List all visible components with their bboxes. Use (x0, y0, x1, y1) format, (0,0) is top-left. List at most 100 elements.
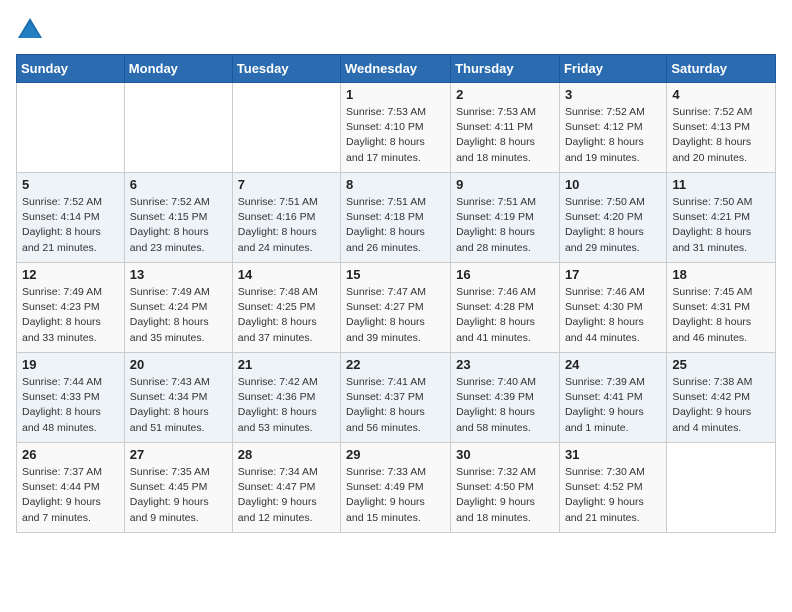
calendar-cell: 29 Sunrise: 7:33 AM Sunset: 4:49 PM Dayli… (341, 443, 451, 533)
day-number: 26 (22, 447, 119, 462)
day-number: 7 (238, 177, 335, 192)
calendar-cell: 18 Sunrise: 7:45 AM Sunset: 4:31 PM Dayli… (667, 263, 776, 353)
day-info: Sunrise: 7:52 AM Sunset: 4:15 PM Dayligh… (130, 195, 227, 256)
day-number: 20 (130, 357, 227, 372)
calendar-table: SundayMondayTuesdayWednesdayThursdayFrid… (16, 54, 776, 533)
day-number: 6 (130, 177, 227, 192)
calendar-week-row: 5 Sunrise: 7:52 AM Sunset: 4:14 PM Daylig… (17, 173, 776, 263)
calendar-cell: 24 Sunrise: 7:39 AM Sunset: 4:41 PM Dayli… (559, 353, 666, 443)
day-number: 17 (565, 267, 661, 282)
day-number: 16 (456, 267, 554, 282)
day-info: Sunrise: 7:51 AM Sunset: 4:16 PM Dayligh… (238, 195, 335, 256)
calendar-cell: 26 Sunrise: 7:37 AM Sunset: 4:44 PM Dayli… (17, 443, 125, 533)
day-number: 22 (346, 357, 445, 372)
calendar-cell: 4Sunrise: 7:52 AM Sunset: 4:13 PM Daylig… (667, 83, 776, 173)
day-info: Sunrise: 7:43 AM Sunset: 4:34 PM Dayligh… (130, 375, 227, 436)
calendar-cell (124, 83, 232, 173)
calendar-cell: 10 Sunrise: 7:50 AM Sunset: 4:20 PM Dayli… (559, 173, 666, 263)
calendar-cell: 22Sunrise: 7:41 AM Sunset: 4:37 PM Dayli… (341, 353, 451, 443)
day-header-tuesday: Tuesday (232, 55, 340, 83)
day-number: 23 (456, 357, 554, 372)
day-info: Sunrise: 7:35 AM Sunset: 4:45 PM Dayligh… (130, 465, 227, 526)
calendar-cell (667, 443, 776, 533)
day-number: 12 (22, 267, 119, 282)
calendar-cell: 28 Sunrise: 7:34 AM Sunset: 4:47 PM Dayli… (232, 443, 340, 533)
day-header-wednesday: Wednesday (341, 55, 451, 83)
day-info: Sunrise: 7:46 AM Sunset: 4:30 PM Dayligh… (565, 285, 661, 346)
day-info: Sunrise: 7:39 AM Sunset: 4:41 PM Dayligh… (565, 375, 661, 436)
day-info: Sunrise: 7:32 AM Sunset: 4:50 PM Dayligh… (456, 465, 554, 526)
day-info: Sunrise: 7:49 AM Sunset: 4:23 PM Dayligh… (22, 285, 119, 346)
calendar-week-row: 12 Sunrise: 7:49 AM Sunset: 4:23 PM Dayli… (17, 263, 776, 353)
day-info: Sunrise: 7:52 AM Sunset: 4:12 PM Dayligh… (565, 105, 661, 166)
calendar-cell: 14 Sunrise: 7:48 AM Sunset: 4:25 PM Dayli… (232, 263, 340, 353)
page-header (16, 16, 776, 44)
calendar-cell: 17 Sunrise: 7:46 AM Sunset: 4:30 PM Dayli… (559, 263, 666, 353)
calendar-cell: 15 Sunrise: 7:47 AM Sunset: 4:27 PM Dayli… (341, 263, 451, 353)
day-info: Sunrise: 7:37 AM Sunset: 4:44 PM Dayligh… (22, 465, 119, 526)
day-header-friday: Friday (559, 55, 666, 83)
day-info: Sunrise: 7:46 AM Sunset: 4:28 PM Dayligh… (456, 285, 554, 346)
calendar-cell: 11Sunrise: 7:50 AM Sunset: 4:21 PM Dayli… (667, 173, 776, 263)
day-info: Sunrise: 7:52 AM Sunset: 4:14 PM Dayligh… (22, 195, 119, 256)
day-info: Sunrise: 7:47 AM Sunset: 4:27 PM Dayligh… (346, 285, 445, 346)
day-header-saturday: Saturday (667, 55, 776, 83)
day-info: Sunrise: 7:53 AM Sunset: 4:11 PM Dayligh… (456, 105, 554, 166)
day-info: Sunrise: 7:40 AM Sunset: 4:39 PM Dayligh… (456, 375, 554, 436)
calendar-cell: 2Sunrise: 7:53 AM Sunset: 4:11 PM Daylig… (451, 83, 560, 173)
day-info: Sunrise: 7:42 AM Sunset: 4:36 PM Dayligh… (238, 375, 335, 436)
day-info: Sunrise: 7:51 AM Sunset: 4:18 PM Dayligh… (346, 195, 445, 256)
day-number: 30 (456, 447, 554, 462)
day-number: 9 (456, 177, 554, 192)
day-number: 19 (22, 357, 119, 372)
day-info: Sunrise: 7:51 AM Sunset: 4:19 PM Dayligh… (456, 195, 554, 256)
calendar-cell: 3 Sunrise: 7:52 AM Sunset: 4:12 PM Daylig… (559, 83, 666, 173)
day-info: Sunrise: 7:45 AM Sunset: 4:31 PM Dayligh… (672, 285, 770, 346)
day-number: 5 (22, 177, 119, 192)
calendar-cell: 23 Sunrise: 7:40 AM Sunset: 4:39 PM Dayli… (451, 353, 560, 443)
calendar-cell: 31 Sunrise: 7:30 AM Sunset: 4:52 PM Dayli… (559, 443, 666, 533)
day-number: 18 (672, 267, 770, 282)
calendar-cell: 13Sunrise: 7:49 AM Sunset: 4:24 PM Dayli… (124, 263, 232, 353)
calendar-week-row: 26 Sunrise: 7:37 AM Sunset: 4:44 PM Dayli… (17, 443, 776, 533)
calendar-cell: 21 Sunrise: 7:42 AM Sunset: 4:36 PM Dayli… (232, 353, 340, 443)
day-info: Sunrise: 7:33 AM Sunset: 4:49 PM Dayligh… (346, 465, 445, 526)
logo-icon (16, 16, 44, 44)
calendar-cell: 5 Sunrise: 7:52 AM Sunset: 4:14 PM Daylig… (17, 173, 125, 263)
day-info: Sunrise: 7:38 AM Sunset: 4:42 PM Dayligh… (672, 375, 770, 436)
day-number: 10 (565, 177, 661, 192)
calendar-cell: 19Sunrise: 7:44 AM Sunset: 4:33 PM Dayli… (17, 353, 125, 443)
day-number: 25 (672, 357, 770, 372)
day-number: 24 (565, 357, 661, 372)
day-info: Sunrise: 7:34 AM Sunset: 4:47 PM Dayligh… (238, 465, 335, 526)
calendar-cell: 1Sunrise: 7:53 AM Sunset: 4:10 PM Daylig… (341, 83, 451, 173)
day-number: 28 (238, 447, 335, 462)
day-number: 27 (130, 447, 227, 462)
day-header-thursday: Thursday (451, 55, 560, 83)
calendar-week-row: 19Sunrise: 7:44 AM Sunset: 4:33 PM Dayli… (17, 353, 776, 443)
calendar-header-row: SundayMondayTuesdayWednesdayThursdayFrid… (17, 55, 776, 83)
day-number: 1 (346, 87, 445, 102)
day-number: 21 (238, 357, 335, 372)
calendar-cell: 7 Sunrise: 7:51 AM Sunset: 4:16 PM Daylig… (232, 173, 340, 263)
day-info: Sunrise: 7:48 AM Sunset: 4:25 PM Dayligh… (238, 285, 335, 346)
calendar-week-row: 1Sunrise: 7:53 AM Sunset: 4:10 PM Daylig… (17, 83, 776, 173)
calendar-cell: 25 Sunrise: 7:38 AM Sunset: 4:42 PM Dayli… (667, 353, 776, 443)
calendar-cell: 12 Sunrise: 7:49 AM Sunset: 4:23 PM Dayli… (17, 263, 125, 353)
day-info: Sunrise: 7:52 AM Sunset: 4:13 PM Dayligh… (672, 105, 770, 166)
calendar-cell: 27 Sunrise: 7:35 AM Sunset: 4:45 PM Dayli… (124, 443, 232, 533)
calendar-cell: 30 Sunrise: 7:32 AM Sunset: 4:50 PM Dayli… (451, 443, 560, 533)
calendar-cell: 9 Sunrise: 7:51 AM Sunset: 4:19 PM Daylig… (451, 173, 560, 263)
day-number: 31 (565, 447, 661, 462)
day-number: 29 (346, 447, 445, 462)
day-info: Sunrise: 7:50 AM Sunset: 4:21 PM Dayligh… (672, 195, 770, 256)
calendar-cell: 16 Sunrise: 7:46 AM Sunset: 4:28 PM Dayli… (451, 263, 560, 353)
calendar-cell: 6 Sunrise: 7:52 AM Sunset: 4:15 PM Daylig… (124, 173, 232, 263)
day-header-sunday: Sunday (17, 55, 125, 83)
day-number: 3 (565, 87, 661, 102)
day-info: Sunrise: 7:30 AM Sunset: 4:52 PM Dayligh… (565, 465, 661, 526)
day-info: Sunrise: 7:50 AM Sunset: 4:20 PM Dayligh… (565, 195, 661, 256)
day-number: 14 (238, 267, 335, 282)
calendar-cell: 20 Sunrise: 7:43 AM Sunset: 4:34 PM Dayli… (124, 353, 232, 443)
day-number: 15 (346, 267, 445, 282)
